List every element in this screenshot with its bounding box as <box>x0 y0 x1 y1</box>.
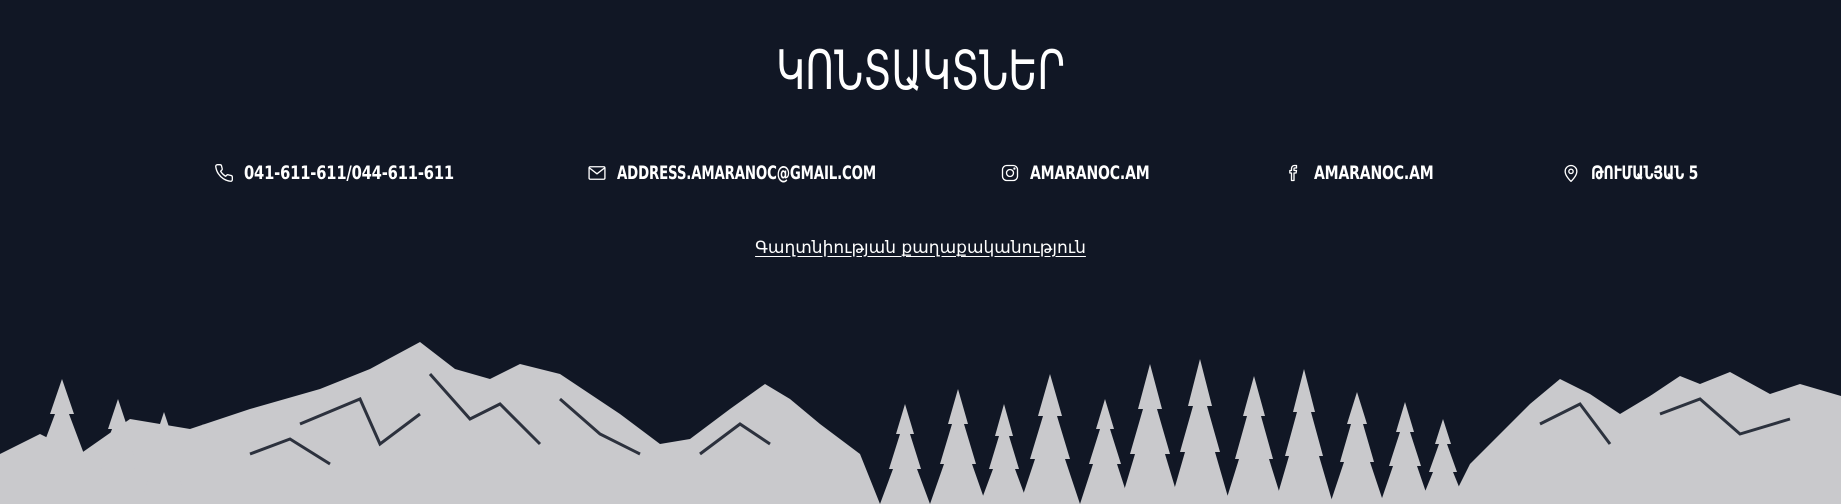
location-pin-icon <box>1561 163 1581 183</box>
facebook-handle: AMARANOC.AM <box>1314 162 1434 184</box>
facebook-icon <box>1284 163 1304 183</box>
email-contact-link[interactable]: ADDRESS.AMARANOC@GMAIL.COM <box>587 160 949 186</box>
mountain-forest-illustration <box>0 342 1841 504</box>
phone-icon <box>214 163 234 183</box>
contacts-footer: ԿՈՆՏԱԿՏՆԵՐ 041-611-611/044-611-611 ADDRE… <box>0 0 1841 504</box>
privacy-policy-link[interactable]: Գաղտնիության քաղաքականություն <box>755 238 1086 258</box>
section-title: ԿՈՆՏԱԿՏՆԵՐ <box>775 39 1066 102</box>
instagram-icon <box>1000 163 1020 183</box>
facebook-link[interactable]: AMARANOC.AM <box>1284 160 1460 186</box>
phone-number: 041-611-611/044-611-611 <box>244 162 454 184</box>
instagram-link[interactable]: AMARANOC.AM <box>1000 160 1176 186</box>
phone-contact-link[interactable]: 041-611-611/044-611-611 <box>214 160 488 186</box>
email-address: ADDRESS.AMARANOC@GMAIL.COM <box>617 162 876 184</box>
mail-icon <box>587 163 607 183</box>
privacy-policy-container: Գաղտնիության քաղաքականություն <box>0 238 1841 258</box>
address-text: ԹՈՒՄԱՆՅԱՆ 5 <box>1591 162 1699 184</box>
location-link[interactable]: ԹՈՒՄԱՆՅԱՆ 5 <box>1561 160 1722 186</box>
instagram-handle: AMARANOC.AM <box>1030 162 1150 184</box>
